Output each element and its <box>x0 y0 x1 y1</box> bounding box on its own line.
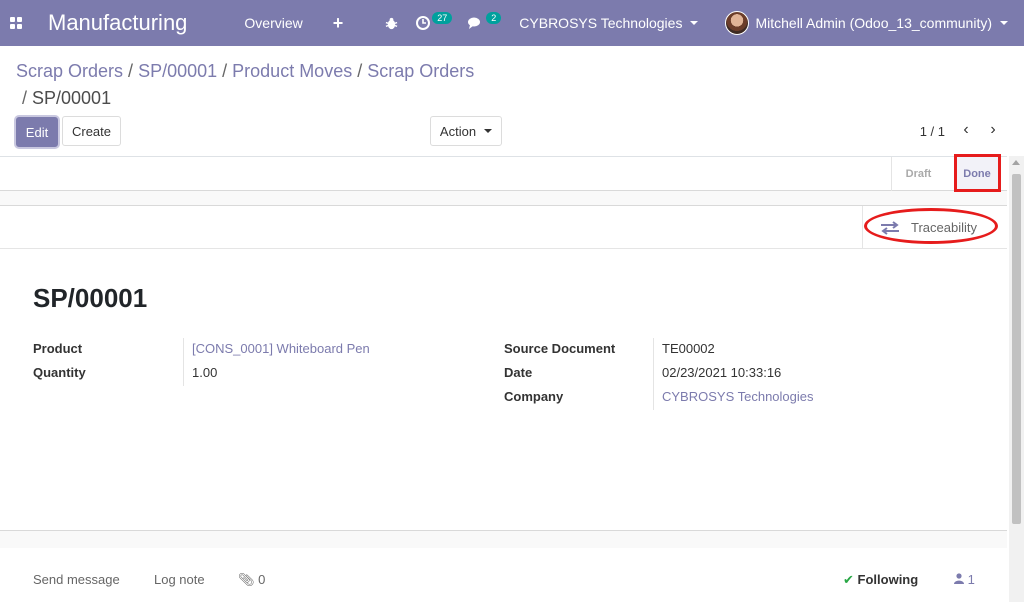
activity-clock-icon[interactable]: 27 <box>416 12 453 30</box>
action-label: Action <box>439 123 477 139</box>
form-sheet: Traceability SP/00001 Product [CONS_0001… <box>0 205 1007 531</box>
company-name: CYBROSYS Technologies <box>519 15 683 31</box>
attachments-button[interactable]: 📎︎ 0 <box>238 572 265 588</box>
scrollbar[interactable] <box>1009 156 1024 602</box>
check-icon: ✔ <box>843 572 854 587</box>
action-dropdown[interactable]: Action <box>430 116 502 146</box>
chevron-down-icon <box>484 129 493 133</box>
activity-count-badge: 27 <box>432 12 453 24</box>
log-note-button[interactable]: Log note <box>154 572 205 587</box>
bug-icon[interactable] <box>385 17 398 30</box>
edit-button[interactable]: Edit <box>16 117 58 147</box>
breadcrumb-item-product-moves[interactable]: Product Moves <box>232 61 352 81</box>
following-label: Following <box>857 572 919 587</box>
quantity-label: Quantity <box>33 365 86 380</box>
breadcrumb: Scrap Orders / SP/00001/Product Moves / Scra… <box>16 58 556 112</box>
message-count-badge: 2 <box>486 12 502 24</box>
breadcrumb-separator: / <box>357 61 363 81</box>
breadcrumb-item-scrap-orders-2[interactable]: Scrap Orders <box>367 61 474 81</box>
breadcrumb-separator: / <box>22 88 28 108</box>
scroll-up-icon[interactable] <box>1012 160 1020 165</box>
statusbar: Draft Done <box>0 157 1007 191</box>
apps-menu-icon[interactable] <box>0 0 32 46</box>
source-document-value: TE00002 <box>662 341 715 356</box>
send-message-button[interactable]: Send message <box>33 572 120 587</box>
user-icon <box>954 573 964 584</box>
company-link[interactable]: CYBROSYS Technologies <box>662 389 814 404</box>
breadcrumb-item-sp00001[interactable]: SP/00001 <box>138 61 217 81</box>
traceability-highlight-oval <box>864 208 998 244</box>
date-label: Date <box>504 365 533 380</box>
source-document-label: Source Document <box>504 341 616 356</box>
plus-icon[interactable]: + <box>333 13 344 34</box>
company-label: Company <box>504 389 564 404</box>
scrollbar-thumb[interactable] <box>1012 174 1021 524</box>
pager-value[interactable]: 1 / 1 <box>920 124 945 139</box>
chevron-down-icon <box>690 21 699 25</box>
status-draft[interactable]: Draft <box>891 157 945 191</box>
field-separator <box>183 338 184 386</box>
paperclip-icon: 📎︎ <box>238 572 255 587</box>
record-title: SP/00001 <box>33 283 148 313</box>
date-value: 02/23/2021 10:33:16 <box>662 365 782 380</box>
field-separator <box>653 338 654 410</box>
chevron-down-icon <box>1000 21 1008 25</box>
top-navbar: Manufacturing Overview + 27 2 CYBROSYS T… <box>0 0 1024 46</box>
followers-button[interactable]: 1 <box>954 572 975 587</box>
user-menu[interactable]: Mitchell Admin (Odoo_13_community) <box>725 11 1008 35</box>
breadcrumb-separator: / <box>128 61 134 81</box>
systray: 27 2 CYBROSYS Technologies Mitchell Admi… <box>385 0 1024 46</box>
breadcrumb-separator: / <box>222 61 228 81</box>
pager-next-icon[interactable]: › <box>985 120 1001 140</box>
chatter: Send message Log note 📎︎ 0 ✔ Following 1 <box>0 548 1007 602</box>
app-title[interactable]: Manufacturing <box>48 10 187 36</box>
smart-button-box: Traceability <box>0 206 1007 249</box>
attachments-count: 0 <box>258 572 266 587</box>
user-name: Mitchell Admin (Odoo_13_community) <box>755 15 992 31</box>
following-button[interactable]: ✔ Following <box>843 572 918 588</box>
product-link[interactable]: [CONS_0001] Whiteboard Pen <box>192 341 370 356</box>
done-highlight-box <box>954 154 1001 192</box>
followers-count: 1 <box>967 572 975 587</box>
menu-overview[interactable]: Overview <box>244 15 302 31</box>
quantity-value: 1.00 <box>192 365 218 380</box>
product-label: Product <box>33 341 83 356</box>
avatar <box>725 11 750 35</box>
create-button[interactable]: Create <box>62 116 121 146</box>
pager-previous-icon[interactable]: ‹ <box>958 120 974 140</box>
breadcrumb-current: SP/00001 <box>32 88 112 108</box>
company-switcher[interactable]: CYBROSYS Technologies <box>519 15 699 31</box>
messages-icon[interactable]: 2 <box>468 12 502 30</box>
breadcrumb-item-scrap-orders[interactable]: Scrap Orders <box>16 61 123 81</box>
